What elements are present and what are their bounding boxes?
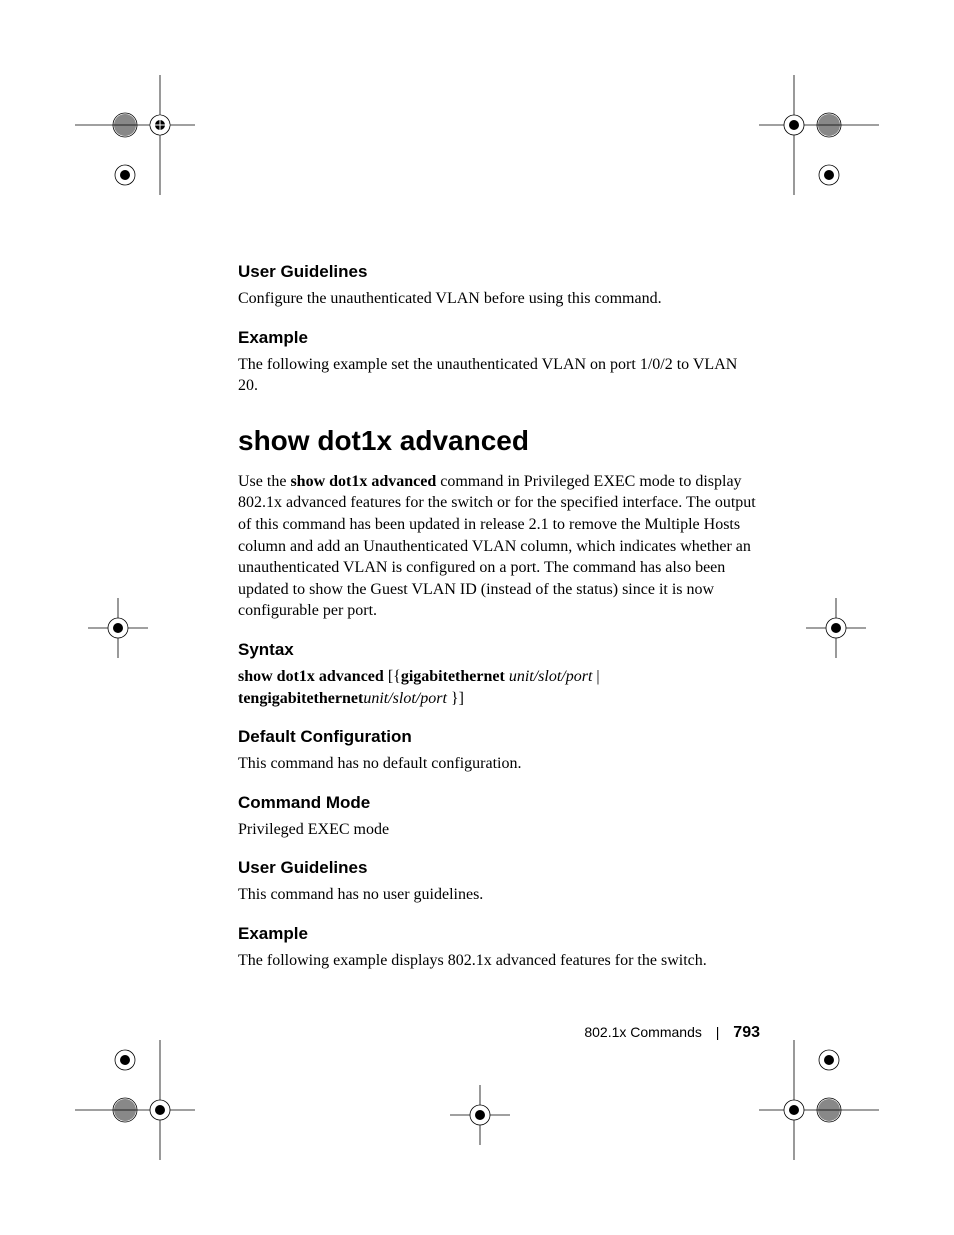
crop-mark-icon xyxy=(806,598,866,658)
syntax-line: show dot1x advanced [{gigabitethernet un… xyxy=(238,666,758,709)
example-body-1: The following example set the unauthenti… xyxy=(238,354,758,397)
command-description: Use the show dot1x advanced command in P… xyxy=(238,471,758,622)
page: User Guidelines Configure the unauthenti… xyxy=(0,0,954,1235)
crop-mark-icon xyxy=(88,598,148,658)
syntax-param2: unit/slot/port xyxy=(363,690,451,707)
content-area: User Guidelines Configure the unauthenti… xyxy=(238,262,758,990)
user-guidelines-heading-1: User Guidelines xyxy=(238,262,758,282)
syntax-heading: Syntax xyxy=(238,640,758,660)
command-mode-heading: Command Mode xyxy=(238,793,758,813)
example-heading-1: Example xyxy=(238,328,758,348)
syntax-pipe: | xyxy=(592,668,599,685)
text-description-rest: command in Privileged EXEC mode to displ… xyxy=(238,473,756,620)
footer-separator: | xyxy=(716,1024,720,1040)
command-name-inline: show dot1x advanced xyxy=(290,473,436,490)
default-config-heading: Default Configuration xyxy=(238,727,758,747)
syntax-ge: gigabitethernet xyxy=(401,668,509,685)
command-title: show dot1x advanced xyxy=(238,425,758,457)
crop-mark-icon xyxy=(759,75,879,195)
syntax-bracket-close: }] xyxy=(451,690,464,707)
page-footer: 802.1x Commands | 793 xyxy=(0,1024,760,1042)
crop-mark-icon xyxy=(759,1040,879,1160)
crop-mark-icon xyxy=(450,1085,510,1145)
user-guidelines-body-2: This command has no user guidelines. xyxy=(238,884,758,906)
command-mode-body: Privileged EXEC mode xyxy=(238,819,758,841)
syntax-tge: tengigabitethernet xyxy=(238,690,363,707)
text-use-the: Use the xyxy=(238,473,290,490)
syntax-cmd: show dot1x advanced xyxy=(238,668,388,685)
default-config-body: This command has no default configuratio… xyxy=(238,753,758,775)
example-heading-2: Example xyxy=(238,924,758,944)
example-body-2: The following example displays 802.1x ad… xyxy=(238,950,758,972)
user-guidelines-heading-2: User Guidelines xyxy=(238,858,758,878)
crop-mark-icon xyxy=(75,75,195,195)
footer-page-number: 793 xyxy=(733,1024,760,1041)
crop-mark-icon xyxy=(75,1040,195,1160)
user-guidelines-body-1: Configure the unauthenticated VLAN befor… xyxy=(238,288,758,310)
syntax-param1: unit/slot/port xyxy=(509,668,593,685)
footer-section-name: 802.1x Commands xyxy=(584,1024,702,1040)
syntax-bracket-open: [{ xyxy=(388,668,401,685)
